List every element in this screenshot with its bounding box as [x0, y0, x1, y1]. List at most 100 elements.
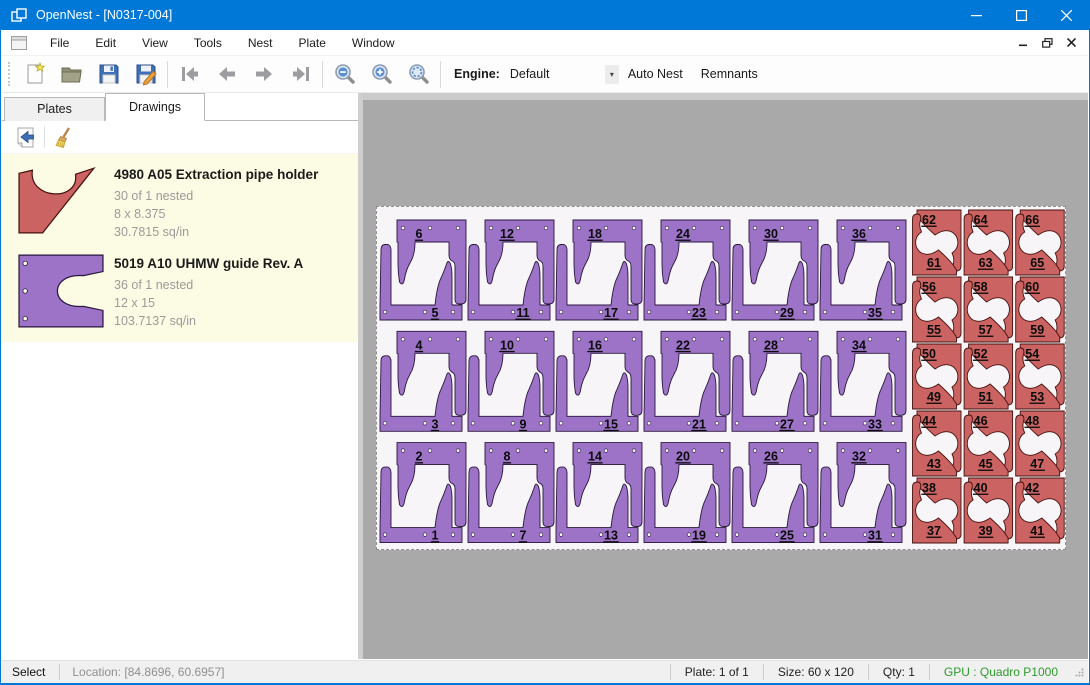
svg-text:26: 26 — [764, 450, 778, 464]
window-maximize-button[interactable] — [999, 0, 1044, 30]
nav-previous-button[interactable] — [208, 59, 245, 90]
svg-text:55: 55 — [927, 323, 941, 337]
list-item-drawing-2[interactable]: 5019 A10 UHMW guide Rev. A 36 of 1 neste… — [2, 247, 358, 336]
clean-button[interactable] — [49, 124, 79, 151]
nesting-canvas[interactable]: 6512111817242330293635431091615222128273… — [358, 93, 1088, 659]
nav-next-icon — [252, 62, 276, 86]
nav-previous-icon — [215, 62, 239, 86]
svg-text:24: 24 — [676, 227, 690, 241]
svg-text:56: 56 — [922, 280, 936, 294]
svg-text:22: 22 — [676, 338, 690, 352]
app-window: OpenNest - [N0317-004] File Edit View To… — [0, 0, 1090, 685]
extraction-pipe-holder-shape — [18, 165, 96, 235]
zoom-extents-button[interactable] — [400, 59, 437, 90]
svg-text:46: 46 — [974, 414, 988, 428]
svg-text:66: 66 — [1025, 213, 1039, 227]
drawing-1-title: 4980 A05 Extraction pipe holder — [114, 167, 318, 182]
nav-first-icon — [178, 62, 202, 86]
svg-text:5: 5 — [432, 306, 439, 320]
new-document-button[interactable] — [16, 59, 53, 90]
status-location: Location: [84.8696, 60.6957] — [60, 665, 236, 679]
window-close-button[interactable] — [1044, 0, 1089, 30]
nav-next-button[interactable] — [245, 59, 282, 90]
nav-first-button[interactable] — [171, 59, 208, 90]
drawing-2-area: 103.7137 sq/in — [114, 312, 303, 330]
panel-splitter[interactable] — [358, 93, 363, 659]
open-button[interactable] — [53, 59, 90, 90]
svg-text:25: 25 — [780, 529, 794, 543]
tab-drawings[interactable]: Drawings — [105, 93, 205, 121]
drawings-list: 4980 A05 Extraction pipe holder 30 of 1 … — [2, 154, 358, 342]
svg-text:61: 61 — [927, 256, 941, 270]
svg-text:29: 29 — [780, 306, 794, 320]
menu-plate[interactable]: Plate — [286, 31, 339, 55]
svg-text:62: 62 — [922, 213, 936, 227]
save-button[interactable] — [90, 59, 127, 90]
menu-view[interactable]: View — [129, 31, 181, 55]
import-drawing-button[interactable] — [10, 124, 40, 151]
toolbar-grip[interactable] — [8, 62, 11, 86]
status-plate-size: Size: 60 x 120 — [764, 665, 868, 679]
engine-label: Engine: — [454, 67, 500, 81]
svg-text:13: 13 — [604, 529, 618, 543]
list-item-drawing-1[interactable]: 4980 A05 Extraction pipe holder 30 of 1 … — [2, 158, 358, 247]
main-toolbar: Engine: Default ▾ Auto Nest Remnants — [2, 56, 1088, 93]
plate[interactable]: 6512111817242330293635431091615222128273… — [376, 206, 1066, 550]
zoom-out-button[interactable] — [326, 59, 363, 90]
clean-broom-icon — [53, 126, 76, 149]
svg-text:50: 50 — [922, 347, 936, 361]
svg-text:57: 57 — [979, 323, 993, 337]
svg-text:49: 49 — [927, 390, 941, 404]
svg-text:15: 15 — [604, 417, 618, 431]
menu-window[interactable]: Window — [339, 31, 408, 55]
resize-grip[interactable] — [1075, 666, 1084, 680]
menu-edit[interactable]: Edit — [82, 31, 129, 55]
left-panel: Plates Drawings — [2, 93, 358, 659]
zoom-in-button[interactable] — [363, 59, 400, 90]
status-gpu: GPU : Quadro P1000 — [930, 665, 1062, 679]
svg-text:65: 65 — [1030, 256, 1044, 270]
svg-text:30: 30 — [764, 227, 778, 241]
new-document-icon — [23, 62, 47, 86]
svg-text:47: 47 — [1030, 457, 1044, 471]
menu-nest[interactable]: Nest — [235, 31, 286, 55]
panel-toolbar — [2, 121, 358, 154]
auto-nest-button[interactable]: Auto Nest — [619, 61, 692, 87]
save-as-button[interactable] — [127, 59, 164, 90]
drawing-1-nested: 30 of 1 nested — [114, 187, 318, 205]
svg-text:12: 12 — [500, 227, 514, 241]
mdi-close-icon[interactable] — [1062, 35, 1080, 51]
uhmw-guide-shape — [18, 254, 104, 328]
app-icon — [11, 8, 28, 23]
svg-text:17: 17 — [604, 306, 618, 320]
svg-text:8: 8 — [504, 450, 511, 464]
engine-combobox[interactable]: Default ▾ — [506, 64, 619, 85]
window-minimize-button[interactable] — [954, 0, 999, 30]
menu-bar: File Edit View Tools Nest Plate Window — [2, 30, 1088, 56]
tab-plates[interactable]: Plates — [4, 97, 105, 121]
window-title: OpenNest - [N0317-004] — [36, 8, 172, 22]
remnants-button[interactable]: Remnants — [692, 61, 767, 87]
chevron-down-icon[interactable]: ▾ — [605, 65, 619, 84]
open-folder-icon — [60, 62, 84, 86]
save-icon — [97, 62, 121, 86]
menu-tools[interactable]: Tools — [181, 31, 235, 55]
svg-text:16: 16 — [588, 338, 602, 352]
menu-file[interactable]: File — [37, 31, 82, 55]
svg-text:58: 58 — [974, 280, 988, 294]
svg-text:31: 31 — [868, 529, 882, 543]
svg-text:10: 10 — [500, 338, 514, 352]
mdi-minimize-icon[interactable] — [1014, 35, 1032, 51]
mdi-restore-icon[interactable] — [1038, 35, 1056, 51]
svg-text:53: 53 — [1030, 390, 1044, 404]
svg-text:54: 54 — [1025, 347, 1039, 361]
zoom-out-icon — [333, 62, 357, 86]
nav-last-button[interactable] — [282, 59, 319, 90]
svg-text:3: 3 — [432, 417, 439, 431]
svg-text:64: 64 — [974, 213, 988, 227]
svg-text:52: 52 — [974, 347, 988, 361]
svg-text:41: 41 — [1030, 524, 1044, 538]
drawing-1-area: 30.7815 sq/in — [114, 223, 318, 241]
svg-text:35: 35 — [868, 306, 882, 320]
document-window-icon[interactable] — [11, 36, 27, 50]
